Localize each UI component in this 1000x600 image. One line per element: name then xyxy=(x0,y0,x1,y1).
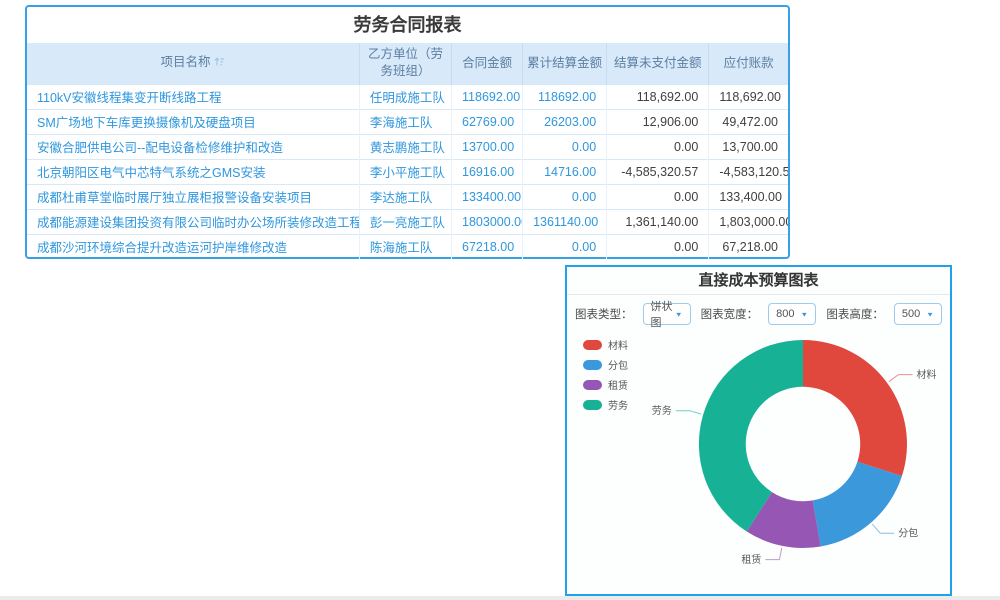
team-cell: 陈海施工队 xyxy=(359,234,451,259)
legend-swatch xyxy=(583,380,602,390)
settled-amount-cell: 14716.00 xyxy=(523,159,607,184)
column-header-project[interactable]: 项目名称 xyxy=(27,43,359,84)
contract-amount-cell: 67218.00 xyxy=(452,234,523,259)
direct-cost-budget-chart-panel: 直接成本预算图表 图表类型： 饼状图 ▼ 图表宽度： 800 ▼ 图表高度： 5… xyxy=(565,265,952,596)
project-link[interactable]: 110kV安徽线程集变开断线路工程 xyxy=(27,84,359,109)
labor-contract-table: 项目名称 乙方单位（劳务班组） 合同金额 累计结算金额 结算未支付金额 应付账款… xyxy=(27,43,788,259)
team-cell: 任明成施工队 xyxy=(359,84,451,109)
settled-amount-cell: 118692.00 xyxy=(523,84,607,109)
slice-label-租赁: 租赁 xyxy=(741,553,761,566)
team-cell: 李小平施工队 xyxy=(359,159,451,184)
column-header-settled-amount: 累计结算金额 xyxy=(523,43,607,84)
unpaid-amount-cell: -4,585,320.57 xyxy=(607,159,709,184)
label-leader-line xyxy=(765,548,781,560)
contract-amount-cell: 118692.00 xyxy=(452,84,523,109)
settled-amount-cell: 0.00 xyxy=(523,234,607,259)
donut-chart: 材料分包租赁劳务 xyxy=(567,267,950,567)
table-row: 成都能源建设集团投资有限公司临时办公场所装修改造工程EPC 彭一亮施工队 180… xyxy=(27,209,788,234)
table-header-row: 项目名称 乙方单位（劳务班组） 合同金额 累计结算金额 结算未支付金额 应付账款 xyxy=(27,43,788,84)
contract-amount-cell: 16916.00 xyxy=(452,159,523,184)
table-row: 北京朝阳区电气中芯特气系统之GMS安装 李小平施工队 16916.00 1471… xyxy=(27,159,788,184)
payable-cell: 118,692.00 xyxy=(709,84,788,109)
project-link[interactable]: 安徽合肥供电公司--配电设备检修维护和改造 xyxy=(27,134,359,159)
contract-amount-cell: 1803000.00 xyxy=(452,209,523,234)
column-header-payable: 应付账款 xyxy=(709,43,788,84)
payable-cell: 133,400.00 xyxy=(709,184,788,209)
slice-label-材料: 材料 xyxy=(917,368,937,381)
label-leader-line xyxy=(889,375,913,382)
payable-cell: 13,700.00 xyxy=(709,134,788,159)
settled-amount-cell: 0.00 xyxy=(523,134,607,159)
column-header-unpaid-amount: 结算未支付金额 xyxy=(607,43,709,84)
team-cell: 彭一亮施工队 xyxy=(359,209,451,234)
label-leader-line xyxy=(676,411,702,414)
settled-amount-cell: 0.00 xyxy=(523,184,607,209)
legend-swatch xyxy=(583,400,602,410)
slice-label-劳务: 劳务 xyxy=(652,404,672,417)
table-row: SM广场地下车库更换摄像机及硬盘项目 李海施工队 62769.00 26203.… xyxy=(27,109,788,134)
team-cell: 李达施工队 xyxy=(359,184,451,209)
contract-amount-cell: 62769.00 xyxy=(452,109,523,134)
project-link[interactable]: 北京朝阳区电气中芯特气系统之GMS安装 xyxy=(27,159,359,184)
project-link[interactable]: 成都沙河环境综合提升改造运河护岸维修改造 xyxy=(27,234,359,259)
payable-cell: 1,803,000.00 xyxy=(709,209,788,234)
table-row: 110kV安徽线程集变开断线路工程 任明成施工队 118692.00 11869… xyxy=(27,84,788,109)
settled-amount-cell: 1361140.00 xyxy=(523,209,607,234)
pie-slice-材料[interactable] xyxy=(803,340,907,476)
slice-label-分包: 分包 xyxy=(898,527,918,540)
chart-legend: 材料 分包 租赁 劳务 xyxy=(583,337,628,412)
payable-cell: 49,472.00 xyxy=(709,109,788,134)
legend-swatch xyxy=(583,360,602,370)
column-header-team: 乙方单位（劳务班组） xyxy=(359,43,451,84)
report-title: 劳务合同报表 xyxy=(27,7,788,43)
payable-cell: -4,583,120.57 xyxy=(709,159,788,184)
legend-item-materials[interactable]: 材料 xyxy=(583,337,628,352)
unpaid-amount-cell: 1,361,140.00 xyxy=(607,209,709,234)
column-header-contract-amount: 合同金额 xyxy=(452,43,523,84)
legend-item-subcontract[interactable]: 分包 xyxy=(583,357,628,372)
sort-ascending-icon[interactable] xyxy=(214,55,225,72)
team-cell: 李海施工队 xyxy=(359,109,451,134)
unpaid-amount-cell: 118,692.00 xyxy=(607,84,709,109)
table-row: 成都沙河环境综合提升改造运河护岸维修改造 陈海施工队 67218.00 0.00… xyxy=(27,234,788,259)
payable-cell: 67,218.00 xyxy=(709,234,788,259)
unpaid-amount-cell: 0.00 xyxy=(607,134,709,159)
project-link[interactable]: SM广场地下车库更换摄像机及硬盘项目 xyxy=(27,109,359,134)
labor-contract-report-panel: 劳务合同报表 项目名称 乙方单位（劳务班组） 合同金额 累计结算金额 结算未支付… xyxy=(25,5,790,259)
team-cell: 黄志鹏施工队 xyxy=(359,134,451,159)
unpaid-amount-cell: 0.00 xyxy=(607,234,709,259)
label-leader-line xyxy=(872,524,894,533)
legend-swatch xyxy=(583,340,602,350)
horizontal-scrollbar-track[interactable] xyxy=(0,596,1000,600)
unpaid-amount-cell: 0.00 xyxy=(607,184,709,209)
settled-amount-cell: 26203.00 xyxy=(523,109,607,134)
contract-amount-cell: 133400.00 xyxy=(452,184,523,209)
pie-slice-分包[interactable] xyxy=(813,462,902,547)
project-link[interactable]: 成都能源建设集团投资有限公司临时办公场所装修改造工程EPC xyxy=(27,209,359,234)
unpaid-amount-cell: 12,906.00 xyxy=(607,109,709,134)
legend-item-labor[interactable]: 劳务 xyxy=(583,397,628,412)
project-link[interactable]: 成都杜甫草堂临时展厅独立展柜报警设备安装项目 xyxy=(27,184,359,209)
table-row: 安徽合肥供电公司--配电设备检修维护和改造 黄志鹏施工队 13700.00 0.… xyxy=(27,134,788,159)
contract-amount-cell: 13700.00 xyxy=(452,134,523,159)
table-row: 成都杜甫草堂临时展厅独立展柜报警设备安装项目 李达施工队 133400.00 0… xyxy=(27,184,788,209)
legend-item-rental[interactable]: 租赁 xyxy=(583,377,628,392)
